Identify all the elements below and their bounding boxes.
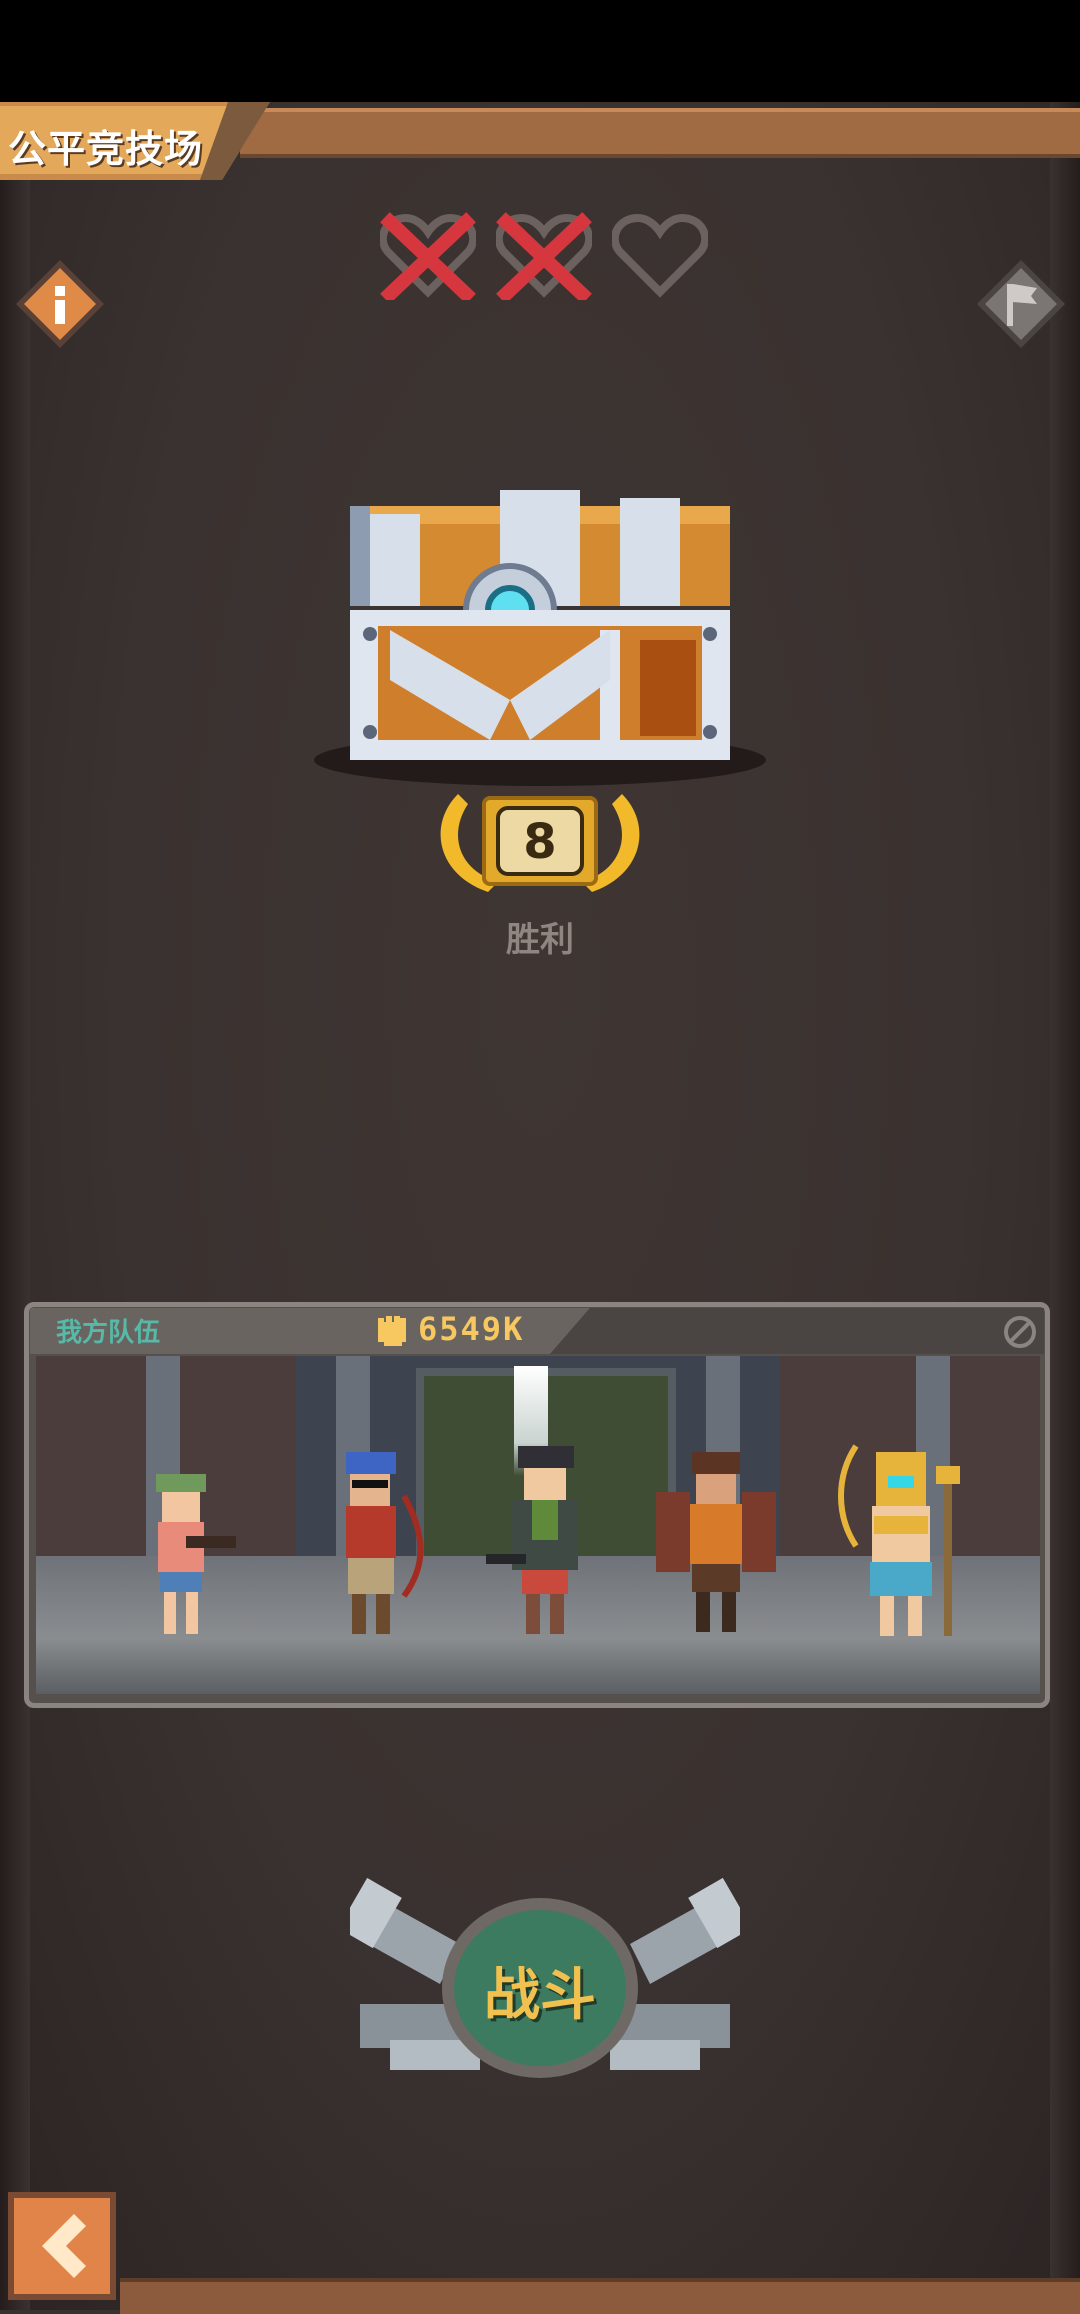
right-border (1050, 102, 1080, 2310)
wins-label: 胜利 (506, 920, 574, 960)
hero-winged-brawler[interactable] (656, 1442, 776, 1632)
header-ribbon (240, 108, 1080, 158)
bottom-bar (120, 2278, 1080, 2314)
team-scene (36, 1356, 1040, 1694)
team-label: 我方队伍 (56, 1318, 161, 1348)
fight-button-label: 战斗 (484, 1963, 596, 2028)
back-button[interactable] (8, 2192, 116, 2300)
wins-count: 8 (523, 814, 557, 870)
heart-outline-icon (610, 210, 710, 300)
team-power: 6549K (418, 1310, 525, 1348)
team-panel-header (30, 1308, 1044, 1354)
left-border (0, 102, 30, 2310)
page-title: 公平竞技场 (8, 127, 204, 171)
hero-rifle-girl[interactable] (126, 1466, 236, 1656)
info-button[interactable] (14, 258, 106, 350)
status-bar (0, 0, 1080, 102)
prohibit-icon[interactable] (1002, 1314, 1038, 1350)
hero-golden-mage[interactable] (836, 1436, 960, 1636)
crossed-heart-icon (494, 210, 594, 304)
hero-sunglasses-archer[interactable] (316, 1446, 426, 1636)
crossed-heart-icon (378, 210, 478, 304)
lives-indicator (378, 210, 720, 304)
chevron-left-icon (8, 2192, 116, 2300)
treasure-chest-icon[interactable] (310, 470, 770, 790)
fist-power-icon (374, 1314, 410, 1348)
surrender-flag-button[interactable] (975, 258, 1067, 350)
flag-icon (977, 260, 1065, 348)
info-icon (16, 260, 104, 348)
hero-cap-gunner[interactable] (486, 1436, 596, 1634)
